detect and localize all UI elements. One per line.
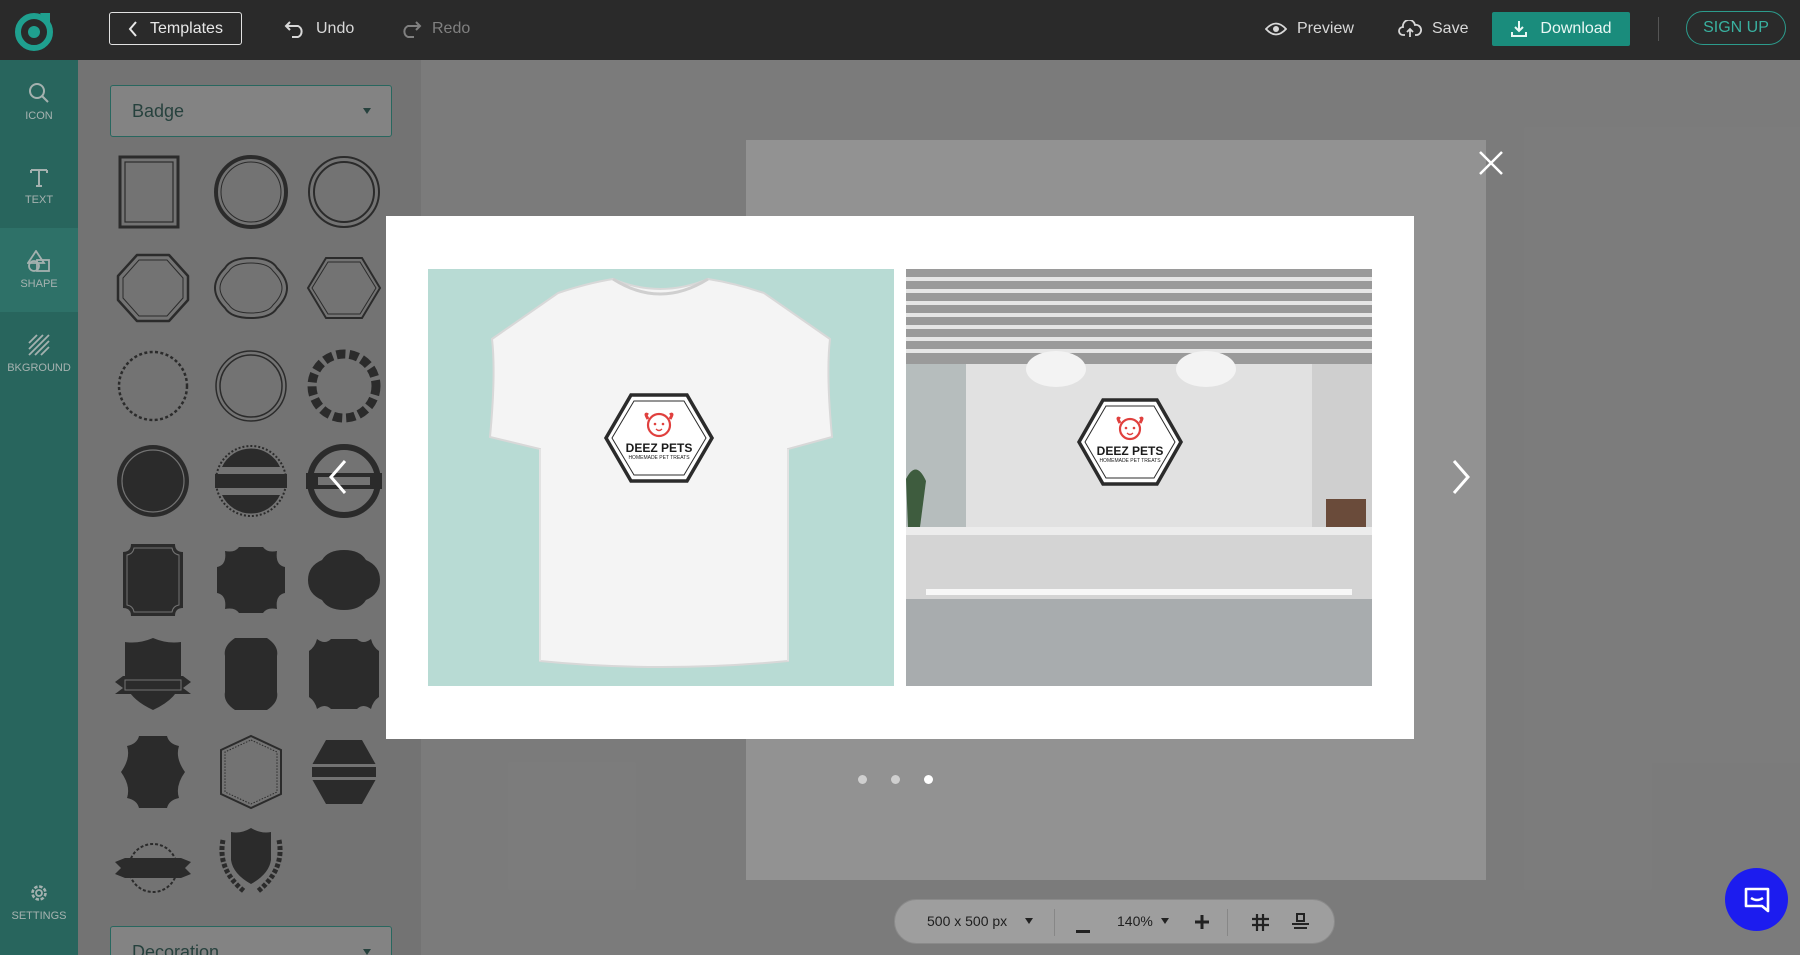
chat-launcher-button[interactable] (1725, 868, 1788, 931)
download-icon (1511, 21, 1528, 37)
chevron-left-icon (128, 20, 137, 37)
topbar-divider (1658, 17, 1659, 41)
undo-button[interactable]: Undo (284, 14, 354, 44)
undo-label: Undo (316, 20, 355, 37)
slide-dot[interactable] (858, 775, 867, 784)
preview-label: Preview (1297, 20, 1354, 37)
canvas-size-label: 500 x 500 px (927, 913, 1008, 929)
align-button[interactable] (1292, 913, 1309, 933)
templates-button[interactable]: Templates (109, 12, 242, 45)
signup-button[interactable]: SIGN UP (1686, 11, 1786, 45)
toolbar-divider (1227, 909, 1228, 936)
deez-pets-logo: DEEZ PETS HOMEMADE PET TREATS (603, 392, 715, 484)
save-button[interactable]: Save (1398, 14, 1468, 44)
zoom-out-button[interactable] (1076, 921, 1090, 937)
redo-icon (403, 21, 422, 38)
minus-icon (1076, 930, 1090, 933)
close-preview-button[interactable] (1476, 148, 1506, 178)
templates-button-label: Templates (150, 19, 223, 37)
brand-tagline: HOMEMADE PET TREATS (628, 455, 690, 461)
slide-dot-active[interactable] (924, 775, 933, 784)
cloud-upload-icon (1398, 20, 1422, 37)
eye-icon (1265, 22, 1287, 36)
download-label: Download (1540, 20, 1612, 37)
redo-label: Redo (432, 20, 471, 37)
chevron-left-icon (329, 460, 347, 494)
top-bar: Templates Undo Redo Preview Save Downloa… (0, 0, 1800, 60)
close-icon (1479, 151, 1503, 175)
signup-label: SIGN UP (1703, 19, 1769, 36)
grid-icon (1252, 914, 1269, 931)
slide-dot[interactable] (891, 775, 900, 784)
mockup-preview-modal: DEEZ PETS HOMEMADE PET TREATS DEEZ PETS … (386, 216, 1414, 739)
align-center-icon (1292, 913, 1309, 929)
zoom-level-label: 140% (1117, 913, 1153, 929)
chat-icon (1744, 887, 1769, 912)
redo-button[interactable]: Redo (400, 14, 470, 44)
zoom-dropdown[interactable]: 140% (1117, 913, 1169, 929)
brand-tagline: HOMEMADE PET TREATS (1099, 458, 1161, 464)
tshirt-mockup: DEEZ PETS HOMEMADE PET TREATS (428, 269, 894, 686)
canvas-toolbar: 500 x 500 px 140% (894, 899, 1335, 944)
chevron-down-icon (1025, 918, 1034, 924)
brand-name: DEEZ PETS (625, 441, 693, 455)
zoom-in-button[interactable] (1195, 915, 1209, 932)
preview-button[interactable]: Preview (1265, 14, 1354, 44)
download-button[interactable]: Download (1492, 12, 1630, 46)
office-wall-mockup: DEEZ PETS HOMEMADE PET TREATS (906, 269, 1372, 686)
chevron-down-icon (1160, 918, 1169, 924)
canvas-size-dropdown[interactable]: 500 x 500 px (927, 913, 1034, 929)
deez-pets-logo: DEEZ PETS HOMEMADE PET TREATS (1076, 397, 1184, 487)
save-label: Save (1432, 20, 1469, 37)
next-slide-button[interactable] (1446, 455, 1476, 499)
previous-slide-button[interactable] (323, 455, 353, 499)
slide-indicator (858, 775, 933, 784)
plus-icon (1195, 915, 1209, 929)
grid-toggle-button[interactable] (1252, 914, 1269, 934)
app-logo[interactable] (14, 9, 56, 51)
undo-icon (284, 21, 303, 38)
brand-name: DEEZ PETS (1096, 444, 1164, 458)
toolbar-divider (1054, 909, 1055, 936)
chevron-right-icon (1452, 460, 1470, 494)
